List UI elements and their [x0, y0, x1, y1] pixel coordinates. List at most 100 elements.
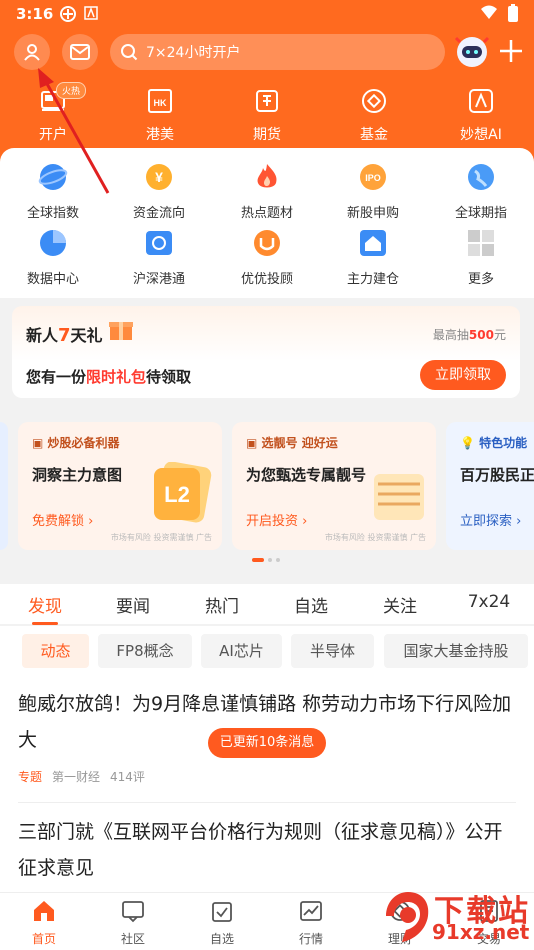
banner-title: 为您甄选专属靓号	[246, 466, 367, 484]
quick-label: 主力建仓	[346, 272, 399, 287]
bottom-nav-label: 首页	[31, 932, 56, 946]
market-icon	[300, 901, 322, 921]
nav-hk-us[interactable]: HK 港美	[125, 88, 195, 144]
banner-tag: ▣ 选靓号 迎好运	[246, 436, 338, 450]
chip-fp8[interactable]: FP8概念	[98, 634, 192, 668]
quick-hk-connect[interactable]: 沪深港通	[114, 228, 204, 287]
banner-title: 百万股民正	[460, 466, 534, 484]
community-icon	[122, 901, 144, 923]
tab-hot[interactable]: 热门	[187, 592, 257, 617]
carousel-dot-active	[252, 558, 264, 562]
quick-ipo[interactable]: IPO 新股申购	[328, 162, 418, 221]
quick-main-position[interactable]: 主力建仓	[328, 228, 418, 287]
lucky-number-ticket-icon	[374, 474, 424, 520]
promo-title: 新人7天礼	[26, 325, 103, 346]
svg-text:¥: ¥	[155, 169, 163, 185]
ai-icon	[469, 89, 493, 113]
chip-semiconductor[interactable]: 半导体	[291, 634, 374, 668]
ipo-icon: IPO	[360, 164, 386, 190]
watermark-url: 91xz.net	[432, 920, 530, 944]
chip-ai-chip[interactable]: AI芯片	[201, 634, 282, 668]
quick-access-grid: 全球指数 ¥ 资金流向 热点题材 IPO 新股申购 全球期指 数据中心 沪深港通…	[0, 148, 534, 298]
robot-assistant-icon[interactable]	[452, 32, 492, 72]
tab-watchlist[interactable]: 自选	[276, 592, 346, 617]
nav-fund[interactable]: 基金	[339, 88, 409, 144]
promo-max: 最高抽500元	[432, 328, 506, 342]
quick-data-center[interactable]: 数据中心	[8, 228, 98, 287]
quick-label: 资金流向	[132, 206, 185, 221]
chip-dynamic[interactable]: 动态	[22, 634, 89, 668]
home-icon	[34, 901, 54, 921]
add-icon[interactable]	[496, 36, 526, 66]
tab-7x24[interactable]: 7x24	[454, 592, 524, 612]
banner-tag: 💡 特色功能	[460, 436, 528, 450]
app-notification-icon	[60, 6, 76, 22]
money-flow-icon: ¥	[146, 164, 172, 190]
quick-more[interactable]: 更多	[436, 228, 526, 287]
banner-action[interactable]: 立即探索 ›	[460, 510, 521, 529]
nav-label: 基金	[360, 127, 388, 143]
fund-icon	[362, 89, 386, 113]
news-headline-2[interactable]: 三部门就《互联网平台价格行为规则（征求意见稿）》公开征求意见	[18, 814, 518, 886]
feed-tabs: 发现 要闻 热门 自选 关注 7x24	[0, 584, 534, 624]
status-time: 3:16	[16, 5, 54, 23]
nav-ai[interactable]: 妙想AI	[446, 88, 516, 144]
banner-card-feature[interactable]: 💡 特色功能 百万股民正 立即探索 ›	[446, 422, 534, 550]
wifi-icon	[481, 5, 497, 19]
tab-active-indicator	[32, 622, 58, 625]
divider	[18, 802, 516, 803]
search-bar[interactable]: 7×24小时开户	[110, 34, 445, 70]
bottom-nav-community[interactable]: 社区	[103, 899, 163, 947]
message-button[interactable]	[62, 34, 98, 70]
tab-discover[interactable]: 发现	[10, 592, 80, 617]
advisor-icon	[254, 230, 280, 256]
quick-hot-topic[interactable]: 热点题材	[222, 162, 312, 221]
bottom-nav-watchlist[interactable]: 自选	[192, 899, 252, 947]
watchlist-icon	[212, 902, 232, 922]
top-nav: 开户 HK 港美 期货 基金 妙想AI 火热	[0, 82, 534, 146]
quick-global-index[interactable]: 全球指数	[8, 162, 98, 221]
quick-money-flow[interactable]: ¥ 资金流向	[114, 162, 204, 221]
quick-global-futures[interactable]: 全球期指	[436, 162, 526, 221]
fire-icon	[257, 164, 277, 188]
quick-label: 全球指数	[26, 206, 79, 221]
a-notification-icon	[84, 6, 98, 20]
nav-label: 期货	[253, 127, 281, 143]
banner-card-l2[interactable]: ▣ 炒股必备利器 洞察主力意图 免费解锁 › L2 市场有风险 投资需谨慎 广告	[18, 422, 222, 550]
battery-icon	[508, 4, 518, 22]
tab-news[interactable]: 要闻	[98, 592, 168, 617]
carousel-indicator	[252, 558, 280, 562]
search-placeholder: 7×24小时开户	[146, 45, 241, 61]
search-icon	[121, 44, 138, 61]
quick-label: 热点题材	[240, 206, 293, 221]
updated-toast[interactable]: 已更新10条消息	[208, 728, 326, 758]
house-chart-icon	[360, 230, 386, 256]
bottom-nav-label: 行情	[298, 932, 323, 946]
bottom-nav-home[interactable]: 首页	[14, 899, 74, 947]
quick-label: 优优投顾	[240, 272, 293, 287]
chip-big-fund[interactable]: 国家大基金持股	[384, 634, 528, 668]
svg-text:IPO: IPO	[365, 173, 381, 183]
site-watermark: 下载站 91xz.net	[380, 884, 534, 950]
banner-disclaimer: 市场有风险 投资需谨慎 广告	[324, 533, 426, 542]
profile-button[interactable]	[14, 34, 50, 70]
news-source: 第一财经	[52, 770, 101, 784]
newcomer-promo-card[interactable]: 新人7天礼 最高抽500元 您有一份限时礼包待领取 立即领取	[12, 306, 520, 398]
claim-button[interactable]: 立即领取	[420, 360, 506, 390]
banner-action[interactable]: 开启投资 ›	[246, 510, 307, 529]
nav-label: 妙想AI	[460, 127, 502, 143]
banner-action[interactable]: 免费解锁 ›	[32, 510, 93, 529]
banner-card-number[interactable]: ▣ 选靓号 迎好运 为您甄选专属靓号 开启投资 › 市场有风险 投资需谨慎 广告	[232, 422, 436, 550]
quick-advisor[interactable]: 优优投顾	[222, 228, 312, 287]
tab-follow[interactable]: 关注	[365, 592, 435, 617]
banner-title: 洞察主力意图	[32, 466, 123, 484]
nav-label: 港美	[146, 127, 174, 143]
more-grid-icon	[468, 230, 494, 256]
news-topic-tag: 专题	[18, 770, 43, 784]
l2-card-icon: L2	[154, 462, 212, 523]
carousel-dot	[276, 558, 280, 562]
nav-futures[interactable]: 期货	[232, 88, 302, 144]
bottom-nav-market[interactable]: 行情	[281, 899, 341, 947]
mail-icon	[70, 44, 90, 60]
banner-disclaimer: 市场有风险 投资需谨慎 广告	[110, 533, 212, 542]
